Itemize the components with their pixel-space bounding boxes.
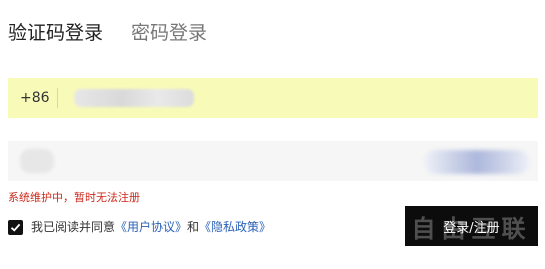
phone-input[interactable] — [74, 89, 194, 107]
agreement-prefix: 我已阅读并同意 — [31, 220, 116, 234]
agreement-row: 我已阅读并同意《用户协议》和《隐私政策》 — [8, 219, 271, 235]
field-divider — [57, 88, 58, 108]
verification-code-input[interactable] — [20, 149, 54, 173]
agreement-checkbox[interactable] — [8, 219, 23, 235]
error-message: 系统维护中，暂时无法注册 — [8, 191, 140, 204]
agreement-text: 我已阅读并同意《用户协议》和《隐私政策》 — [31, 219, 271, 235]
tab-password-login[interactable]: 密码登录 — [131, 20, 207, 46]
login-register-button[interactable]: 登录/注册 — [405, 206, 538, 246]
check-icon — [10, 223, 21, 232]
code-field-row — [8, 141, 538, 181]
user-agreement-link[interactable]: 《用户协议》 — [115, 220, 187, 234]
login-tabs: 验证码登录 密码登录 — [8, 20, 207, 46]
agreement-and: 和 — [187, 220, 200, 234]
login-panel: 验证码登录 密码登录 +86 系统维护中，暂时无法注册 我已阅读并同意《用户协议… — [0, 0, 545, 269]
privacy-policy-link[interactable]: 《隐私政策》 — [199, 220, 271, 234]
tab-sms-login[interactable]: 验证码登录 — [8, 20, 103, 46]
country-code[interactable]: +86 — [8, 90, 57, 106]
phone-field-row: +86 — [8, 78, 538, 118]
send-code-button[interactable] — [424, 150, 530, 174]
